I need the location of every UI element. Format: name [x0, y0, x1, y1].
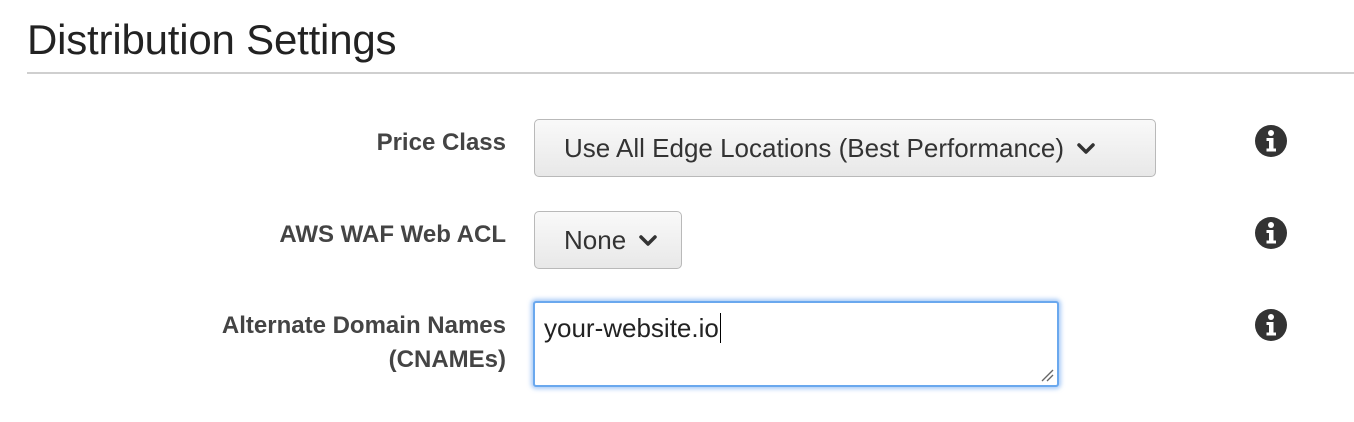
resize-grip-icon[interactable]	[1040, 368, 1054, 382]
waf-acl-label: AWS WAF Web ACL	[279, 221, 506, 248]
cnames-label-line2: (CNAMEs)	[388, 346, 506, 373]
cnames-textarea[interactable]: your-website.io	[533, 301, 1059, 387]
info-icon[interactable]	[1254, 216, 1288, 250]
waf-acl-selected-value: None	[564, 224, 627, 255]
cnames-value: your-website.io	[544, 313, 719, 343]
distribution-settings-page: Distribution Settings Price Class Use Al…	[0, 0, 1354, 422]
chevron-down-icon	[1077, 143, 1095, 154]
chevron-down-icon	[639, 235, 657, 246]
price-class-label: Price Class	[376, 129, 506, 156]
info-icon[interactable]	[1254, 308, 1288, 342]
waf-acl-select[interactable]: None	[534, 211, 682, 269]
cnames-label-line1: Alternate Domain Names	[221, 312, 506, 339]
price-class-selected-value: Use All Edge Locations (Best Performance…	[564, 132, 1065, 163]
price-class-select[interactable]: Use All Edge Locations (Best Performance…	[534, 119, 1156, 177]
cnames-label: Alternate Domain Names (CNAMEs)	[222, 309, 506, 377]
info-icon[interactable]	[1254, 124, 1288, 158]
section-title: Distribution Settings	[27, 16, 397, 63]
title-divider	[27, 72, 1354, 74]
text-caret	[719, 313, 721, 343]
